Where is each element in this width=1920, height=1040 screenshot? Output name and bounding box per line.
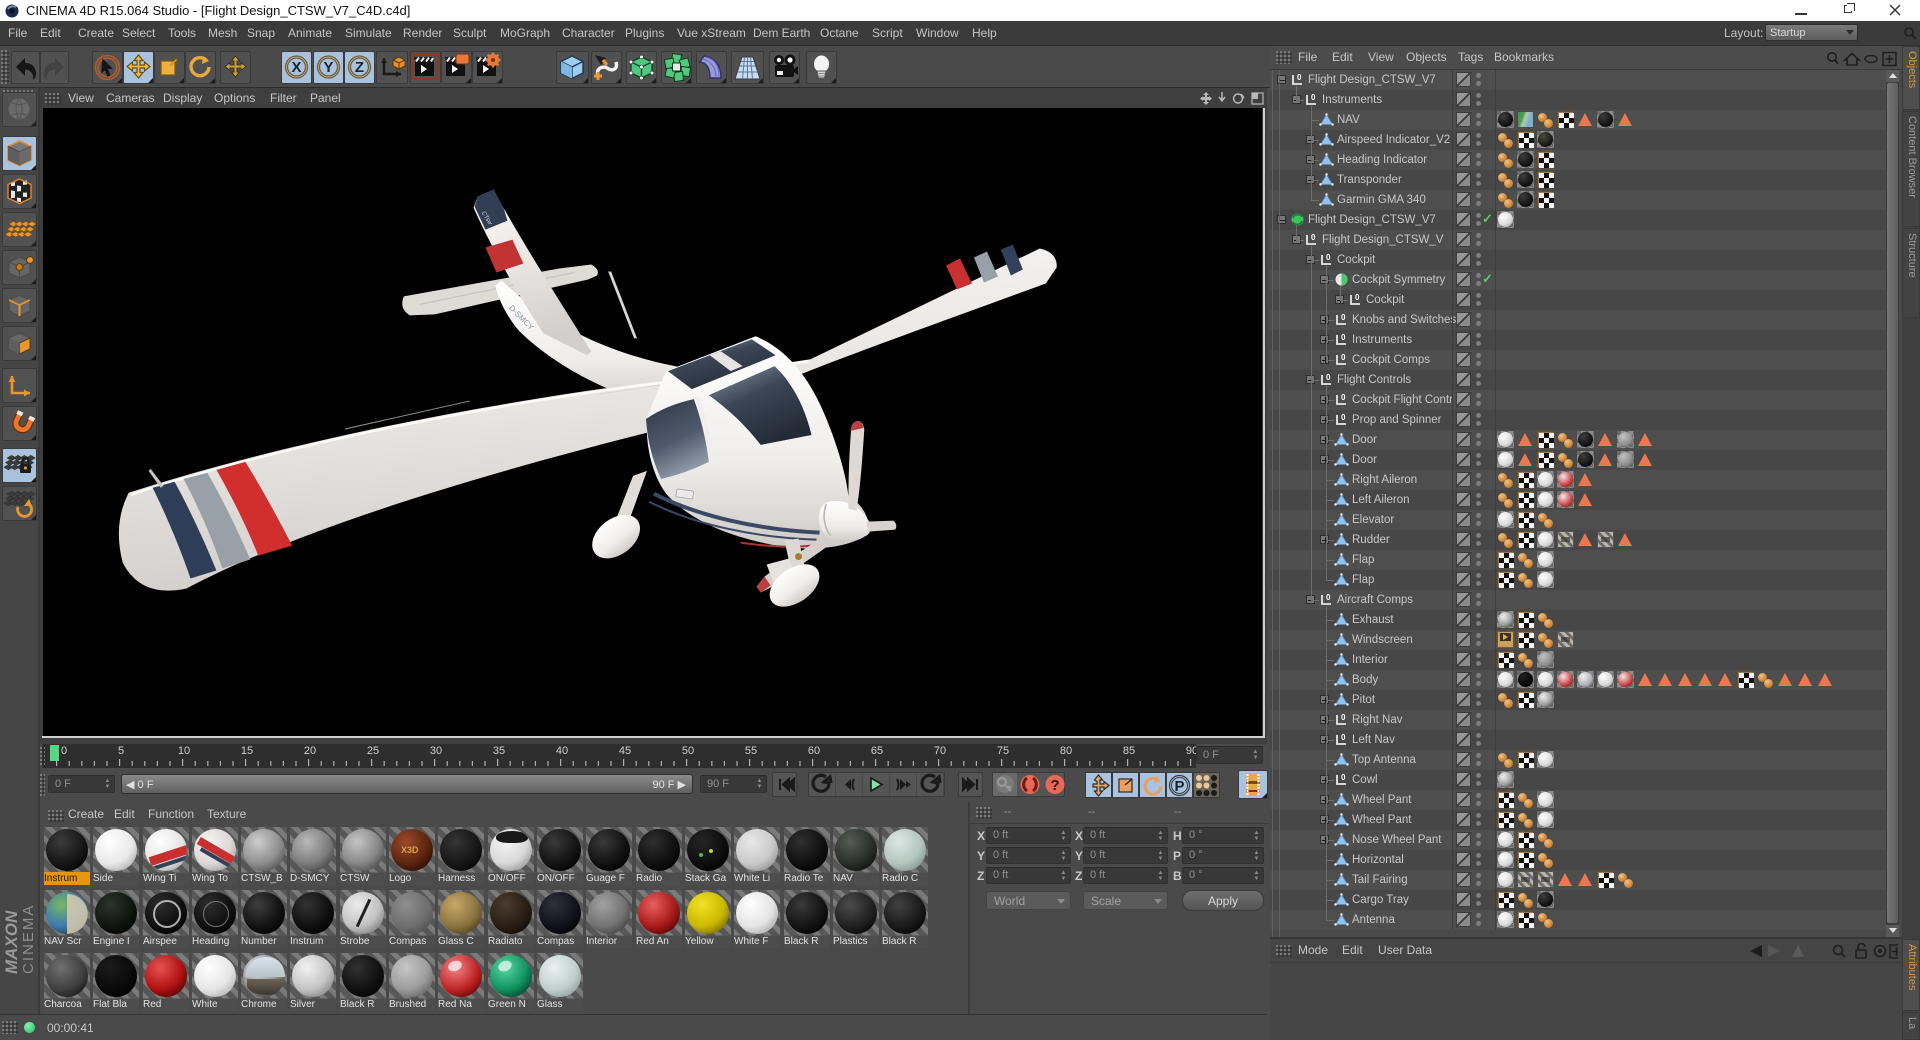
svg-text:0: 0 <box>1355 293 1360 302</box>
svg-text:0: 0 <box>1341 733 1346 742</box>
svg-text:0: 0 <box>1326 253 1331 262</box>
svg-text:0: 0 <box>1341 713 1346 722</box>
svg-text:Z: Z <box>355 59 364 76</box>
svg-text:?: ? <box>1050 777 1059 794</box>
svg-text:0: 0 <box>1341 413 1346 422</box>
svg-text:P: P <box>1174 778 1184 795</box>
svg-text:0: 0 <box>1297 73 1302 82</box>
svg-text:Y: Y <box>323 59 333 76</box>
svg-text:0: 0 <box>1341 393 1346 402</box>
svg-text:0: 0 <box>1311 93 1316 102</box>
svg-text:X: X <box>291 59 301 76</box>
svg-text:0: 0 <box>1326 373 1331 382</box>
svg-text:0: 0 <box>1341 313 1346 322</box>
svg-text:0: 0 <box>1311 233 1316 242</box>
svg-text:0: 0 <box>1341 353 1346 362</box>
svg-text:0: 0 <box>1341 773 1346 782</box>
svg-text:0: 0 <box>1326 593 1331 602</box>
svg-text:0: 0 <box>1341 333 1346 342</box>
